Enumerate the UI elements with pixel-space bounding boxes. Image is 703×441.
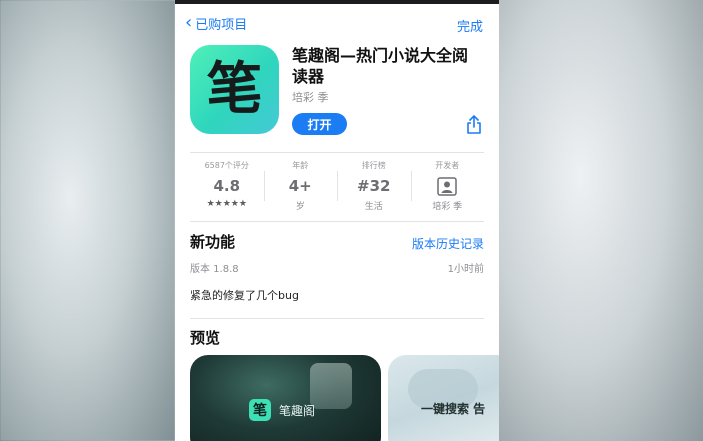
stat-chart-label: 排行榜 <box>361 161 386 170</box>
stat-age-value: 4+ <box>288 177 312 195</box>
stat-ratings[interactable]: 6587个评分 4.8 ★★★★★ <box>190 157 264 215</box>
stat-ratings-value: 4.8 <box>213 177 241 195</box>
screenshot-preview-1[interactable]: 笔 笔趣阁 <box>190 355 381 441</box>
divider <box>190 318 484 319</box>
version-history-link[interactable]: 版本历史记录 <box>412 235 484 252</box>
back-label: 已购项目 <box>195 18 248 33</box>
star-rating: ★★★★★ <box>206 199 247 209</box>
stat-age-sub: 岁 <box>295 202 305 212</box>
preview-title: 预览 <box>190 329 221 347</box>
stat-chart-sub: 生活 <box>364 202 383 212</box>
shot1-logo: 笔 <box>249 399 271 421</box>
app-icon-glyph: 笔 <box>206 56 263 122</box>
shot2-text: 一键搜索 告 <box>421 402 486 416</box>
release-notes: 紧急的修复了几个bug <box>190 289 299 302</box>
app-store-page: ‹ 已购项目 完成 笔 笔趣阁—热门小说大全阅读器 培彩 季 打开 6587个评… <box>175 0 499 441</box>
chevron-left-icon: ‹ <box>185 11 193 33</box>
stat-ratings-label: 6587个评分 <box>204 161 249 170</box>
illustration-figure <box>310 363 352 409</box>
app-title: 笔趣阁—热门小说大全阅读器 <box>292 46 469 86</box>
divider <box>190 152 484 153</box>
person-icon <box>437 177 457 196</box>
stat-chart[interactable]: 排行榜 #32 生活 <box>337 157 411 215</box>
status-bar <box>175 0 499 4</box>
background-left <box>0 0 175 441</box>
stat-developer[interactable]: 开发者 培彩 季 <box>410 157 485 215</box>
stat-age[interactable]: 年龄 4+ 岁 <box>263 157 338 215</box>
shot1-text: 笔趣阁 <box>279 404 316 418</box>
app-developer[interactable]: 培彩 季 <box>292 89 329 105</box>
stat-age-label: 年龄 <box>292 161 309 170</box>
app-icon: 笔 <box>190 45 279 134</box>
done-button[interactable]: 完成 <box>457 16 483 35</box>
stat-developer-label: 开发者 <box>435 161 460 170</box>
info-stats-row[interactable]: 6587个评分 4.8 ★★★★★ 年龄 4+ 岁 排行榜 #32 生活 开发者… <box>190 157 484 215</box>
update-time: 1小时前 <box>447 264 484 275</box>
screenshot-preview-2[interactable]: 一键搜索 告 <box>388 355 499 441</box>
background-right <box>499 0 703 441</box>
stat-chart-value: #32 <box>357 177 391 195</box>
divider <box>190 221 484 222</box>
open-button[interactable]: 打开 <box>292 113 347 135</box>
share-icon[interactable] <box>465 115 483 135</box>
whats-new-title: 新功能 <box>190 233 236 251</box>
version-text: 版本 1.8.8 <box>190 264 239 275</box>
stat-developer-sub: 培彩 季 <box>432 202 463 212</box>
back-button[interactable]: ‹ 已购项目 <box>185 11 248 33</box>
